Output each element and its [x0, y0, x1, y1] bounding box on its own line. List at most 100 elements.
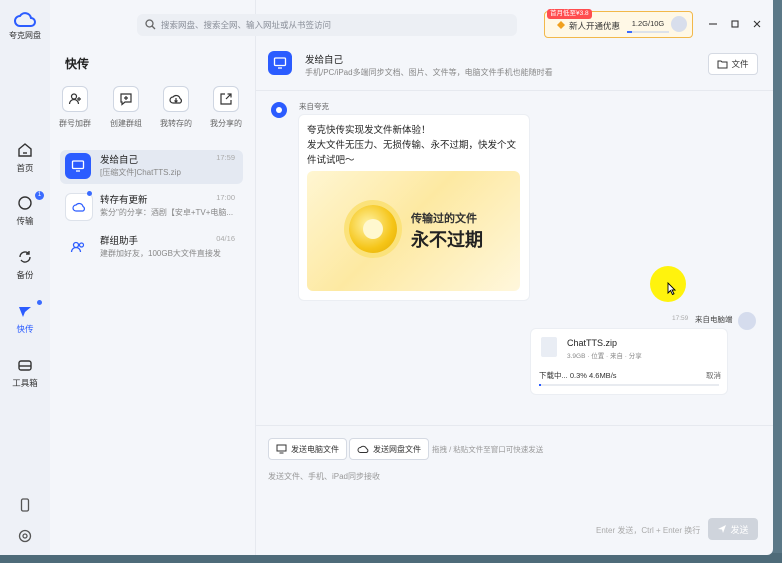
nav-transfer-label: 传输	[16, 216, 34, 226]
quark-cloud-icon	[14, 12, 36, 27]
settings-button[interactable]	[0, 528, 50, 544]
share-icon	[220, 93, 232, 105]
file-button[interactable]: 文件	[708, 53, 758, 75]
desktop-background	[772, 0, 782, 563]
transfer-badge: 1	[35, 191, 44, 200]
join-group-label: 群号加群	[59, 119, 91, 128]
file-button-label: 文件	[731, 59, 749, 69]
header-divider	[255, 90, 773, 91]
conversation-send-to-self[interactable]: 发给自己 [压缩文件]ChatTTS.zip 17:59	[60, 150, 243, 184]
conversation-name: 群组助手	[100, 236, 139, 247]
my-saved-button[interactable]: 我转存的	[153, 86, 199, 129]
nav-toolbox[interactable]: 工具箱	[0, 357, 50, 389]
app-logo-text: 夸克网盘	[9, 31, 41, 40]
conversation-time: 04/16	[216, 234, 235, 243]
message-input[interactable]: 发送文件、手机、iPad同步接收	[268, 471, 380, 482]
diamond-icon	[557, 21, 565, 29]
send-button[interactable]: 发送	[708, 518, 758, 540]
transfer-icon	[18, 196, 32, 210]
nav-home-label: 首页	[16, 163, 34, 173]
app-logo: 夸克网盘	[0, 12, 50, 41]
folder-icon	[717, 60, 728, 69]
shortcut-hint: Enter 发送，Ctrl + Enter 换行	[596, 526, 701, 535]
chat-title: 发给自己	[305, 55, 344, 66]
storage-usage: 1.2G/10G	[631, 19, 665, 28]
cloud-save-icon	[169, 94, 182, 104]
file-message[interactable]: ChatTTS.zip 3.9GB · 位置 · 来自 · 分享 下载中... …	[530, 328, 728, 395]
download-status: 下载中... 0.3% 4.6MB/s	[539, 371, 617, 380]
welcome-message: 夸克快传实现发文件新体验！ 发大文件无压力、无损传输、永不过期，快发个文件试试吧…	[298, 114, 530, 301]
phone-icon	[20, 498, 30, 512]
minimize-button[interactable]	[707, 18, 719, 30]
avatar[interactable]	[671, 16, 687, 32]
add-user-icon	[68, 93, 81, 105]
conversation-group-assistant[interactable]: 群组助手 建群加好友，100GB大文件直接发 04/16	[60, 231, 243, 265]
search-icon	[145, 19, 156, 30]
zip-file-icon	[541, 337, 557, 357]
send-pc-file-button[interactable]: 发送电脑文件	[268, 438, 347, 460]
minimize-icon	[709, 23, 717, 25]
home-icon	[18, 143, 32, 157]
send-cloud-file-label: 发送网盘文件	[373, 444, 421, 454]
file-name: ChatTTS.zip	[567, 338, 618, 348]
maximize-button[interactable]	[729, 18, 741, 30]
phone-button[interactable]	[0, 497, 50, 513]
send-pc-file-label: 发送电脑文件	[291, 444, 339, 454]
banner-line-1: 传输过的文件	[411, 213, 477, 225]
conversation-name: 发给自己	[100, 155, 139, 166]
nav-quick-transfer[interactable]: 快传	[0, 300, 50, 335]
my-shared-label: 我分享的	[210, 119, 242, 128]
quick-transfer-icon	[19, 307, 31, 317]
search-input[interactable]: 搜索网盘、搜索全网、输入网址或从书签访问	[137, 14, 517, 36]
message-sender: 来自电脑端	[695, 315, 733, 324]
banner-line-2: 永不过期	[411, 230, 483, 250]
conversation-preview: 建群加好友，100GB大文件直接发	[100, 249, 221, 258]
backup-icon	[19, 251, 31, 263]
quick-transfer-dot	[37, 300, 42, 305]
conversation-time: 17:59	[216, 153, 235, 162]
toolbox-icon	[18, 360, 32, 371]
quick-transfer-panel: 快传 群号加群 创建群组 我转存的 我分享的 发给自己 [压缩文件]ChatTT…	[50, 0, 256, 555]
nav-backup[interactable]: 备份	[0, 249, 50, 281]
chat-avatar-monitor-icon	[268, 51, 292, 75]
promo-banner[interactable]: 首月低至¥3.8 新人开通优惠 1.2G/10G	[544, 9, 693, 38]
create-group-label: 创建群组	[110, 119, 142, 128]
storage-bar	[627, 31, 669, 33]
composer-divider	[255, 425, 773, 426]
close-button[interactable]	[751, 18, 763, 30]
nav-home[interactable]: 首页	[0, 142, 50, 174]
join-group-button[interactable]: 群号加群	[52, 86, 98, 129]
nav-transfer[interactable]: 1 传输	[0, 191, 50, 227]
message-sender: 来自夸克	[299, 102, 329, 111]
nav-backup-label: 备份	[16, 270, 34, 280]
promo-tag: 首月低至¥3.8	[547, 9, 592, 19]
nav-toolbox-label: 工具箱	[12, 378, 38, 388]
promo-text: 新人开通优惠	[569, 21, 621, 31]
create-group-button[interactable]: 创建群组	[103, 86, 149, 129]
send-cloud-file-button[interactable]: 发送网盘文件	[349, 438, 429, 460]
mouse-pointer-icon	[667, 282, 676, 295]
group-icon	[65, 234, 91, 260]
my-shared-button[interactable]: 我分享的	[203, 86, 249, 129]
my-saved-label: 我转存的	[160, 119, 192, 128]
message-line-1: 夸克快传实现发文件新体验！	[307, 125, 431, 136]
close-icon	[753, 20, 761, 28]
download-progress	[539, 384, 719, 386]
maximize-icon	[731, 20, 739, 28]
gear-icon	[18, 529, 32, 543]
message-time: 17:59	[672, 315, 689, 322]
file-meta: 3.9GB · 位置 · 来自 · 分享	[567, 353, 642, 360]
monitor-icon	[276, 444, 287, 454]
send-icon	[718, 525, 727, 533]
quark-avatar	[271, 102, 287, 118]
conversation-time: 17:00	[216, 193, 235, 202]
cancel-download-button[interactable]: 取消	[706, 370, 721, 381]
promo-carousel[interactable]: 传输过的文件 永不过期	[307, 171, 520, 291]
app-window: 夸克网盘 首页 1 传输 备份 快传 工具箱 快传 群号加群 创建群组 我转存的…	[0, 0, 773, 555]
search-placeholder: 搜索网盘、搜索全网、输入网址或从书签访问	[161, 20, 332, 30]
left-rail: 夸克网盘 首页 1 传输 备份 快传 工具箱	[0, 0, 50, 555]
carousel-pager[interactable]	[477, 281, 515, 285]
create-group-icon	[120, 93, 132, 106]
send-button-label: 发送	[730, 524, 749, 535]
conversation-saved-updates[interactable]: 转存有更新 紫分"的分享：酒剧【安卓+TV+电脑... 17:00	[60, 190, 243, 224]
